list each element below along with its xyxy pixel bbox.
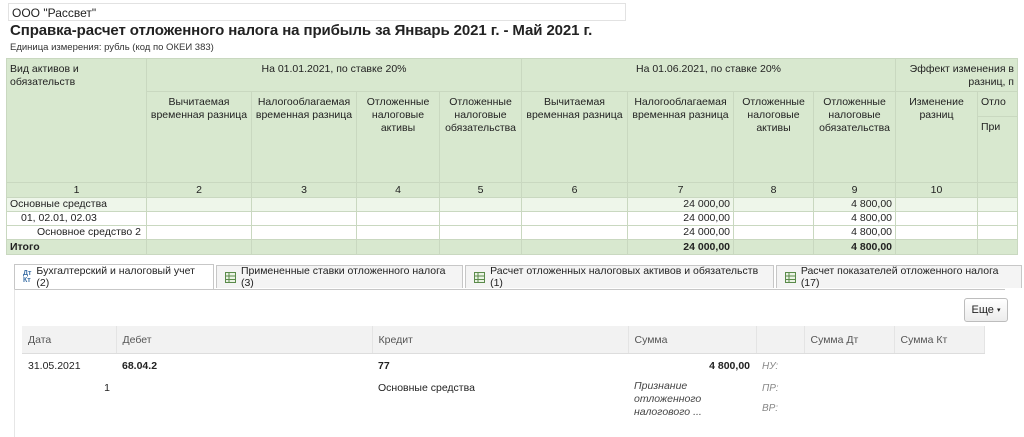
header-deductible-end: Вычитаемая временная разница xyxy=(521,91,628,183)
header-group-effect: Эффект изменения в разниц, п xyxy=(895,58,1018,92)
entry-comment: Признание отложенного налогового ... xyxy=(634,380,702,418)
table-icon xyxy=(224,271,236,283)
cell-taxable-end: 24 000,00 xyxy=(627,197,734,212)
entry-debit: 68.04.2 xyxy=(122,360,158,372)
table-row[interactable]: Основное средство 2 24 000,00 4 800,00 xyxy=(6,225,1018,240)
row-name: Основные средства xyxy=(6,197,147,212)
col-debit[interactable]: Дебет xyxy=(116,326,373,354)
tab-label: Бухгалтерский и налоговый учет (2) xyxy=(36,265,195,289)
table-icon xyxy=(474,271,486,283)
entries-header-row: Дата Дебет Кредит Сумма Сумма Дт Сумма К… xyxy=(22,326,985,354)
tab-label: Примененные ставки отложенного налога (3… xyxy=(240,265,446,289)
col-number: 7 xyxy=(627,182,734,198)
col-number: 4 xyxy=(356,182,440,198)
table-row-detail[interactable]: 1 Основные средства Признание отложенног… xyxy=(22,378,984,418)
table-row-detail[interactable]: ВР: xyxy=(22,399,984,420)
col-number: 10 xyxy=(895,182,978,198)
mark-nu: НУ: xyxy=(762,360,779,372)
cell-taxable-end: 24 000,00 xyxy=(627,239,734,255)
entry-sum: 4 800,00 xyxy=(709,360,750,372)
table-row[interactable]: 01, 02.01, 02.03 24 000,00 4 800,00 xyxy=(6,211,1018,226)
header-group-effect-line2: разниц, п xyxy=(968,76,1014,88)
tab-indicators-calc[interactable]: Расчет показателей отложенного налога (1… xyxy=(775,265,1022,289)
organization-name: ООО "Рассвет" xyxy=(8,3,626,21)
col-credit[interactable]: Кредит xyxy=(372,326,629,354)
col-date[interactable]: Дата xyxy=(22,326,117,354)
tab-dta-dtl-calc[interactable]: Расчет отложенных налоговых активов и об… xyxy=(465,265,774,289)
table-row[interactable]: Основные средства 24 000,00 4 800,00 xyxy=(6,197,1018,212)
col-number: 5 xyxy=(439,182,522,198)
col-number: 1 xyxy=(6,182,147,198)
header-dtl-end: Отложенные налоговые обязательства xyxy=(813,91,896,183)
header-dta-start: Отложенные налоговые активы xyxy=(356,91,440,183)
cell-dtl-end: 4 800,00 xyxy=(813,225,896,240)
unit-of-measure: Единица измерения: рубль (код по ОКЕИ 38… xyxy=(10,42,214,53)
header-diff-change: Изменение разниц xyxy=(895,91,978,183)
more-button[interactable]: Еще ▾ xyxy=(964,298,1008,322)
entry-credit: 77 xyxy=(378,360,390,372)
entries-table: Дата Дебет Кредит Сумма Сумма Дт Сумма К… xyxy=(22,326,985,419)
col-number: 9 xyxy=(813,182,896,198)
col-sum-dt[interactable]: Сумма Дт xyxy=(804,326,895,354)
col-number xyxy=(977,182,1018,198)
row-name: 01, 02.01, 02.03 xyxy=(6,211,147,226)
report-table: Вид активов и обязательств На 01.01.2021… xyxy=(6,58,1018,255)
col-sum[interactable]: Сумма xyxy=(628,326,757,354)
table-icon xyxy=(784,271,796,283)
entry-date: 31.05.2021 xyxy=(28,360,81,372)
table-row[interactable]: 31.05.2021 68.04.2 77 4 800,00 НУ: xyxy=(22,354,984,379)
cell-dtl-end: 4 800,00 xyxy=(813,211,896,226)
cell-taxable-end: 24 000,00 xyxy=(627,211,734,226)
report-title: Справка-расчет отложенного налога на при… xyxy=(10,22,593,39)
header-taxable-start: Налогооблагаемая временная разница xyxy=(251,91,357,183)
total-row: Итого 24 000,00 4 800,00 xyxy=(6,239,1018,255)
header-group-effect-line1: Эффект изменения в xyxy=(909,63,1014,75)
entry-credit-subconto: Основные средства xyxy=(378,382,475,395)
cell-dtl-end: 4 800,00 xyxy=(813,197,896,212)
mark-pr: ПР: xyxy=(762,382,779,394)
header-dta-end: Отложенные налоговые активы xyxy=(733,91,814,183)
row-name: Итого xyxy=(6,239,147,255)
cell-taxable-end: 24 000,00 xyxy=(627,225,734,240)
cell-dtl-end: 4 800,00 xyxy=(813,239,896,255)
entry-line-number: 1 xyxy=(104,382,110,395)
header-group-start: На 01.01.2021, по ставке 20% xyxy=(146,58,522,92)
row-name: Основное средство 2 xyxy=(6,225,147,240)
tab-bar: Дт Кт Бухгалтерский и налоговый учет (2) … xyxy=(14,264,1024,289)
tab-label: Расчет показателей отложенного налога (1… xyxy=(800,265,999,289)
chevron-down-icon: ▾ xyxy=(996,307,1001,314)
header-asset-type: Вид активов и обязательств xyxy=(6,58,147,183)
dt-kt-icon: Дт Кт xyxy=(23,270,32,284)
tab-label: Расчет отложенных налоговых активов и об… xyxy=(490,265,759,289)
col-sum-kt[interactable]: Сумма Кт xyxy=(894,326,985,354)
more-label: Еще xyxy=(971,304,994,316)
col-number: 8 xyxy=(733,182,814,198)
header-group-end: На 01.06.2021, по ставке 20% xyxy=(521,58,896,92)
col-number: 2 xyxy=(146,182,252,198)
mark-vr: ВР: xyxy=(762,403,779,415)
header-deferred-sub-partial: При xyxy=(977,116,1018,183)
col-marks xyxy=(756,326,805,354)
header-deferred-partial: Отло xyxy=(977,91,1018,117)
tab-accounting-tax[interactable]: Дт Кт Бухгалтерский и налоговый учет (2) xyxy=(14,264,214,289)
header-taxable-end: Налогооблагаемая временная разница xyxy=(627,91,734,183)
tab-applied-rates[interactable]: Примененные ставки отложенного налога (3… xyxy=(215,265,464,289)
col-number: 3 xyxy=(251,182,357,198)
column-numbers-row: 1 2 3 4 5 6 7 8 9 10 xyxy=(6,182,1018,198)
header-dtl-start: Отложенные налоговые обязательства xyxy=(439,91,522,183)
col-number: 6 xyxy=(521,182,628,198)
header-deductible-start: Вычитаемая временная разница xyxy=(146,91,252,183)
